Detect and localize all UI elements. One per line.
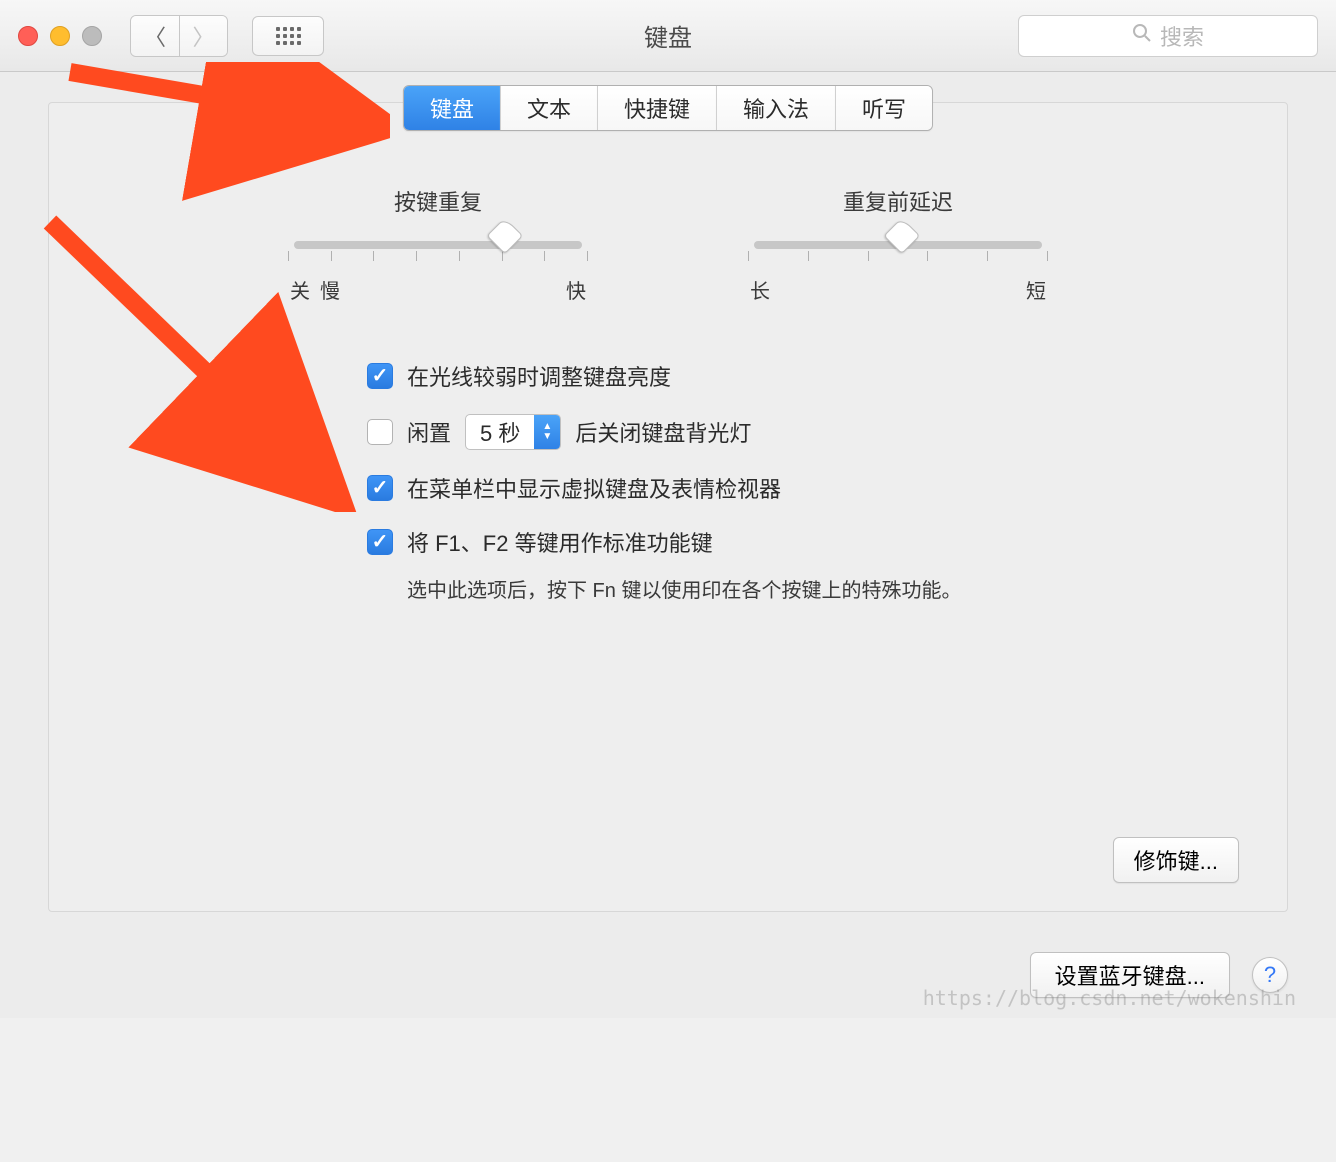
sliders-row: 按键重复 关 慢 快 重复 [97, 185, 1239, 304]
titlebar: 〈 〉 键盘 搜索 [0, 0, 1336, 72]
option-fn-keys: 将 F1、F2 等键用作标准功能键 [367, 526, 1239, 558]
key-repeat-title: 按键重复 [288, 185, 588, 217]
label-fn-keys: 将 F1、F2 等键用作标准功能键 [407, 526, 713, 558]
chevron-right-icon: 〉 [192, 20, 214, 52]
content-area: 键盘 文本 快捷键 输入法 听写 按键重复 关 [0, 72, 1336, 936]
label-fast: 快 [566, 275, 586, 304]
label-idle-suffix: 后关闭键盘背光灯 [575, 416, 751, 448]
back-button[interactable]: 〈 [131, 16, 179, 56]
delay-slider[interactable] [754, 241, 1042, 249]
tab-shortcuts[interactable]: 快捷键 [597, 86, 716, 130]
stepper-arrows-icon: ▲▼ [534, 415, 560, 449]
delay-title: 重复前延迟 [748, 185, 1048, 217]
key-repeat-ticks [288, 251, 588, 261]
checkbox-fn-keys[interactable] [367, 529, 393, 555]
tab-input-sources[interactable]: 输入法 [716, 86, 835, 130]
close-window-button[interactable] [18, 26, 38, 46]
search-icon [1132, 23, 1152, 49]
minimize-window-button[interactable] [50, 26, 70, 46]
label-short: 短 [1026, 275, 1046, 304]
grid-icon [276, 27, 301, 45]
option-menubar: 在菜单栏中显示虚拟键盘及表情检视器 [367, 472, 1239, 504]
window-controls [18, 26, 102, 46]
checkbox-brightness[interactable] [367, 363, 393, 389]
settings-panel: 键盘 文本 快捷键 输入法 听写 按键重复 关 [48, 102, 1288, 912]
label-menubar: 在菜单栏中显示虚拟键盘及表情检视器 [407, 472, 781, 504]
delay-labels: 长 短 [748, 275, 1048, 304]
option-brightness: 在光线较弱时调整键盘亮度 [367, 360, 1239, 392]
watermark-text: https://blog.csdn.net/wokenshin [923, 986, 1296, 1010]
idle-select-value: 5 秒 [466, 416, 534, 448]
forward-button[interactable]: 〉 [179, 16, 227, 56]
checkbox-idle[interactable] [367, 419, 393, 445]
tab-dictation[interactable]: 听写 [835, 86, 932, 130]
checkbox-menubar[interactable] [367, 475, 393, 501]
preferences-window: 〈 〉 键盘 搜索 键盘 文本 快捷键 [0, 0, 1336, 1018]
delay-block: 重复前延迟 长 短 [748, 185, 1048, 304]
show-all-button[interactable] [252, 16, 324, 56]
label-long: 长 [750, 275, 770, 304]
fn-keys-description: 选中此选项后，按下 Fn 键以使用印在各个按键上的特殊功能。 [407, 574, 1239, 603]
search-input[interactable]: 搜索 [1018, 15, 1318, 57]
zoom-window-button[interactable] [82, 26, 102, 46]
option-idle: 闲置 5 秒 ▲▼ 后关闭键盘背光灯 [367, 414, 1239, 450]
idle-select[interactable]: 5 秒 ▲▼ [465, 414, 561, 450]
search-placeholder: 搜索 [1160, 20, 1204, 52]
tab-keyboard[interactable]: 键盘 [404, 86, 500, 130]
key-repeat-block: 按键重复 关 慢 快 [288, 185, 588, 304]
slider-thumb[interactable] [883, 217, 920, 254]
label-brightness: 在光线较弱时调整键盘亮度 [407, 360, 671, 392]
delay-ticks [748, 251, 1048, 261]
tab-bar: 键盘 文本 快捷键 输入法 听写 [403, 85, 933, 131]
window-title: 键盘 [644, 18, 692, 53]
slider-thumb[interactable] [487, 217, 524, 254]
tab-text[interactable]: 文本 [500, 86, 597, 130]
chevron-left-icon: 〈 [144, 20, 166, 52]
nav-buttons: 〈 〉 [130, 15, 228, 57]
label-off: 关 [290, 275, 310, 304]
label-slow: 慢 [320, 275, 340, 304]
key-repeat-labels: 关 慢 快 [288, 275, 588, 304]
key-repeat-slider[interactable] [294, 241, 582, 249]
modifier-keys-button[interactable]: 修饰键... [1113, 837, 1239, 883]
options-list: 在光线较弱时调整键盘亮度 闲置 5 秒 ▲▼ 后关闭键盘背光灯 在菜单栏中显 [367, 360, 1239, 603]
label-idle-prefix: 闲置 [407, 416, 451, 448]
